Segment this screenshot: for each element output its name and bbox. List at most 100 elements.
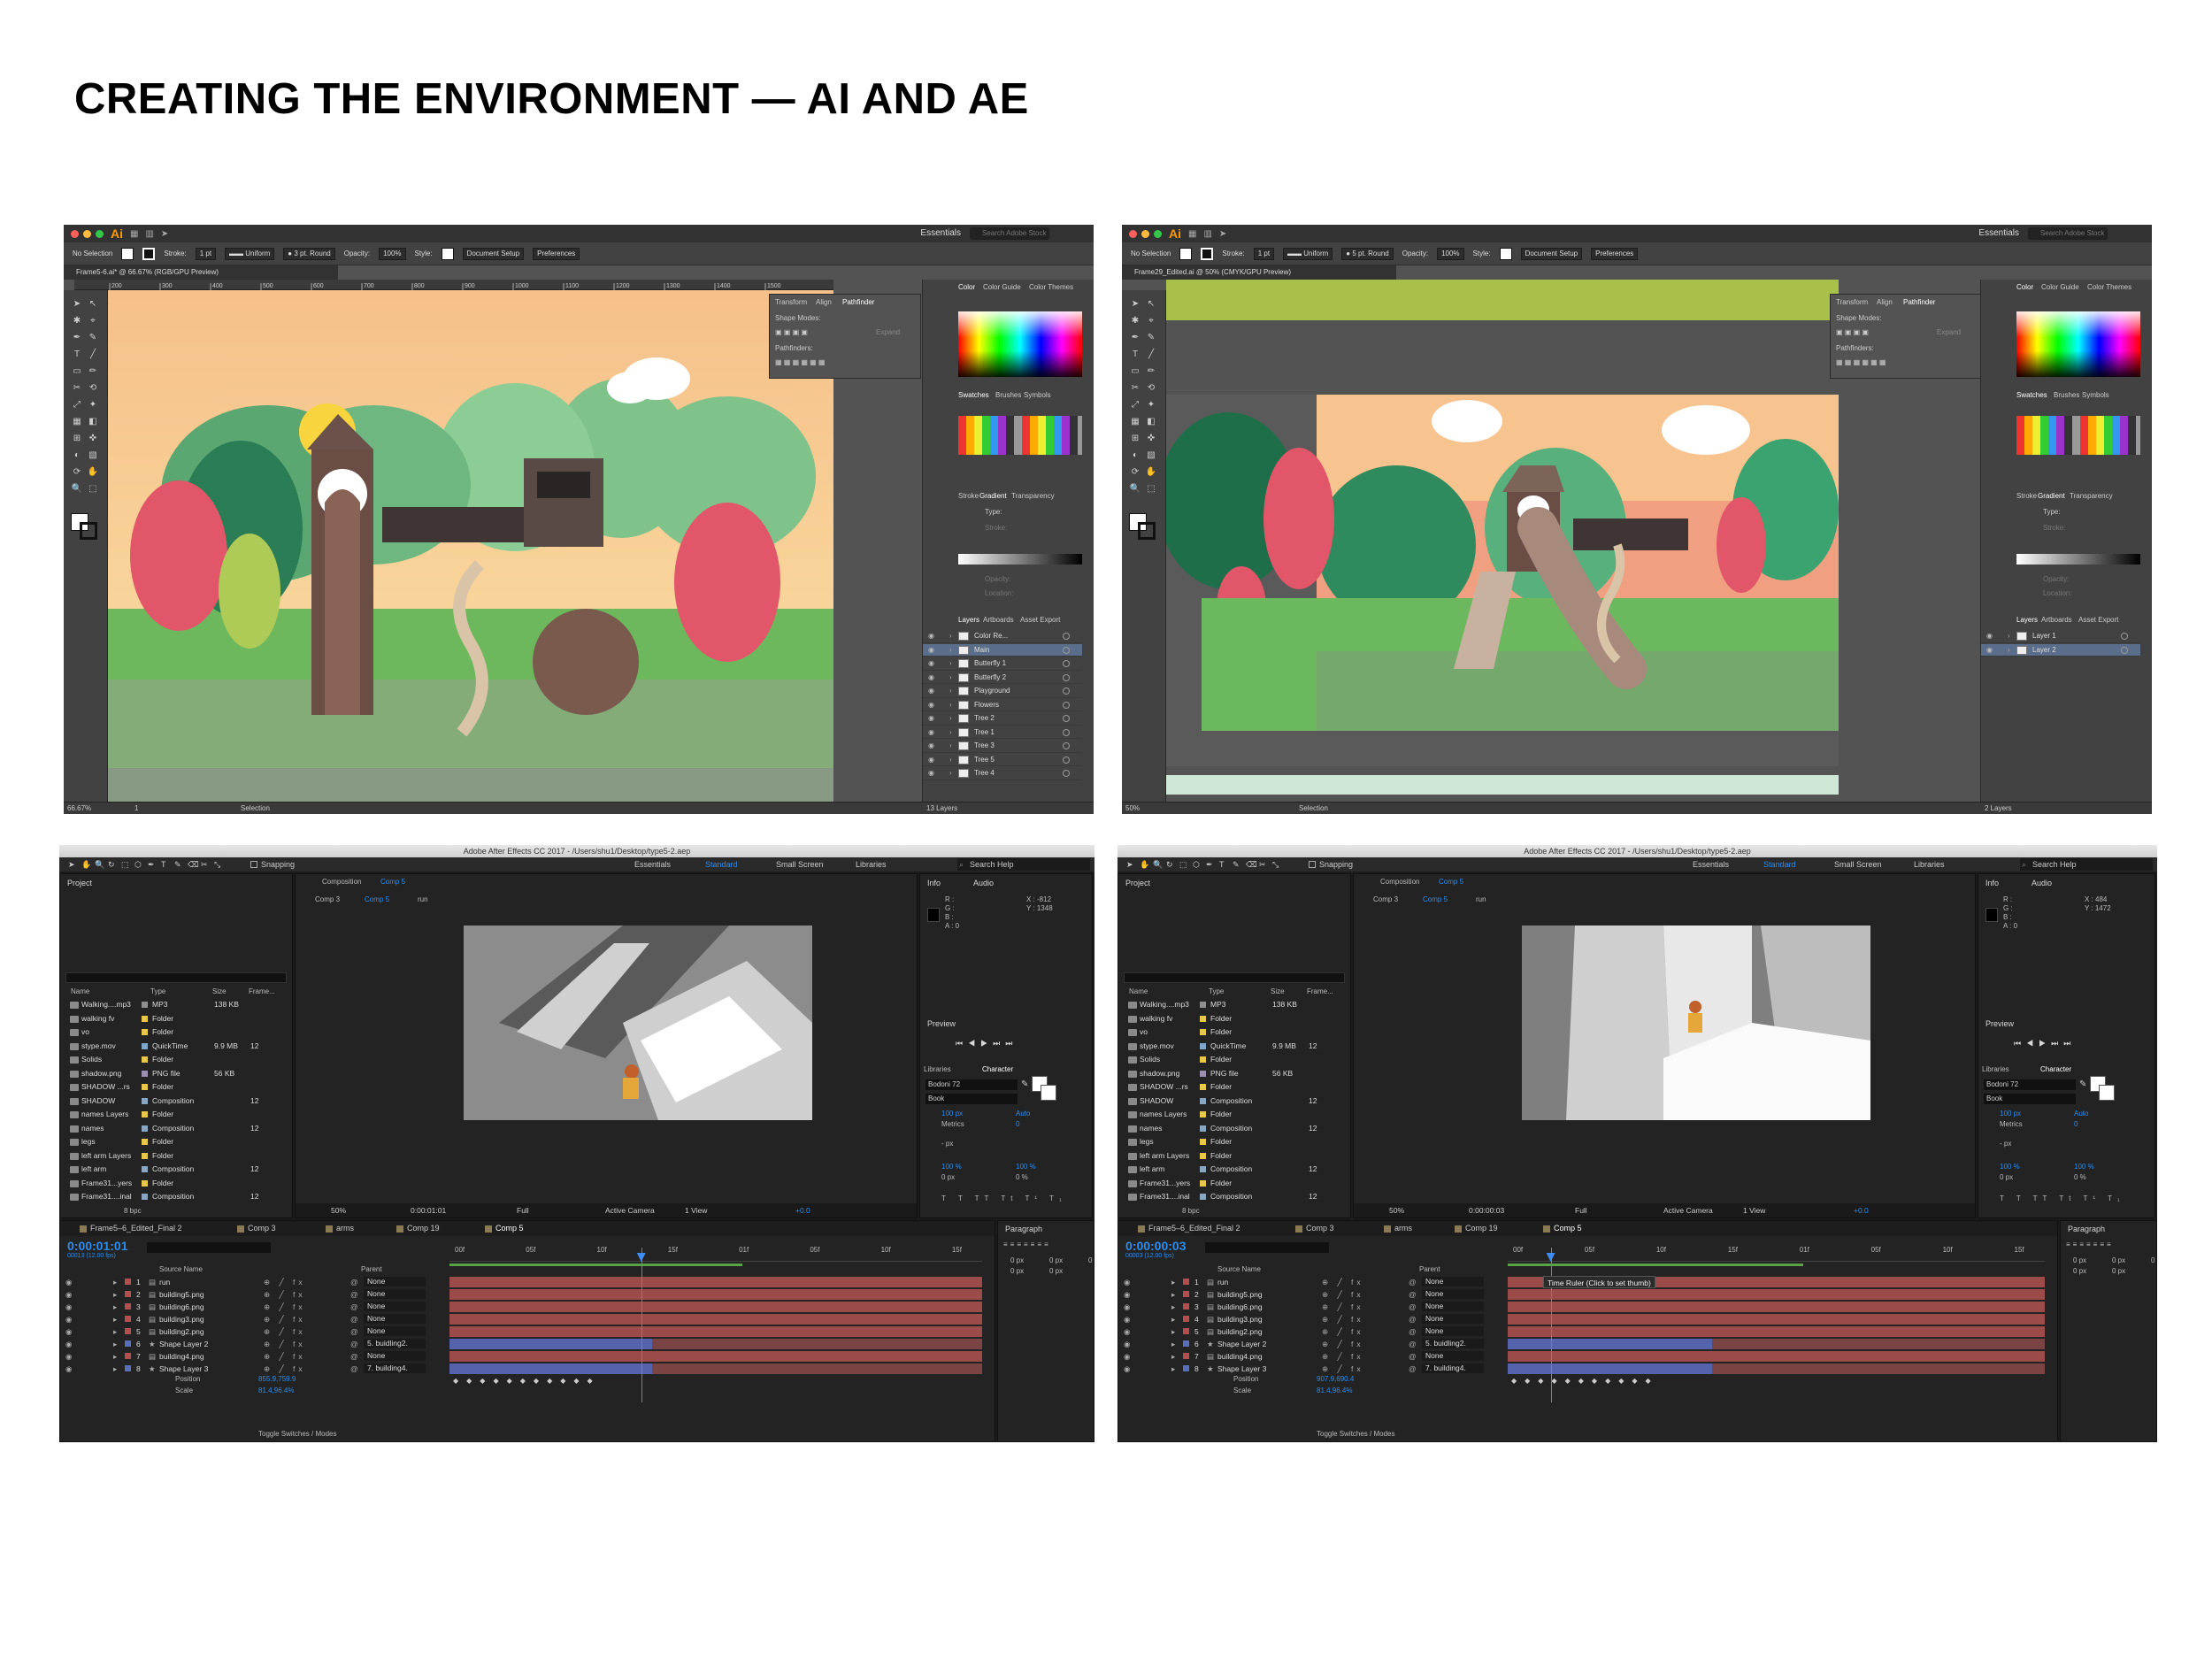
snapping-checkbox[interactable] — [250, 861, 257, 868]
visibility-eye-icon[interactable]: ◉ — [65, 1338, 72, 1350]
project-item[interactable]: stype.mov QuickTime 9.9 MB 12 — [1120, 1040, 1348, 1054]
project-item[interactable]: legs Folder — [1120, 1135, 1348, 1149]
bit-depth[interactable]: 8 bpc — [124, 1207, 142, 1215]
playback-controls[interactable]: ⏮◀▶⏭⏭ — [956, 1039, 1018, 1048]
tab-stroke[interactable]: Stroke — [958, 492, 979, 500]
stroke-color-swatch[interactable] — [1041, 1085, 1056, 1101]
tool-button[interactable]: ⬡ — [1193, 857, 1200, 872]
expand-arrow-icon[interactable]: › — [949, 699, 952, 711]
visibility-eye-icon[interactable]: ◉ — [65, 1363, 72, 1375]
horizontal-ruler[interactable]: 200 300 400 500 600 700 800 900 1000 1100 1200 1300… — [74, 280, 833, 290]
tool-button[interactable]: ➤ — [71, 299, 83, 310]
style-swatch[interactable] — [441, 247, 454, 260]
tool-button[interactable]: ✋ — [87, 467, 99, 478]
target-icon[interactable] — [1063, 728, 1070, 736]
tool-button[interactable]: ✦ — [1145, 400, 1157, 411]
kerning-field[interactable]: Metrics — [2000, 1120, 2023, 1128]
tool-button[interactable]: ⤡ — [214, 857, 220, 872]
tab-brushes[interactable]: Brushes — [995, 391, 1021, 399]
tab-color-guide[interactable]: Color Guide — [983, 283, 1021, 291]
paragraph-indent-field[interactable]: 0 px — [2112, 1256, 2125, 1264]
comp-canvas[interactable] — [1522, 926, 1870, 1120]
tool-button[interactable]: ▦ — [71, 417, 83, 427]
stroke-swatch[interactable] — [142, 247, 156, 260]
tool-button[interactable]: ⟳ — [1129, 467, 1141, 478]
brush-select[interactable]: ● 3 pt. Round — [283, 247, 335, 260]
source-name-header[interactable]: Source Name — [159, 1265, 203, 1273]
leading-field[interactable]: Auto — [2074, 1110, 2088, 1118]
visibility-eye-icon[interactable]: ◉ — [1124, 1363, 1130, 1375]
tool-button[interactable]: ✒ — [148, 857, 155, 872]
tool-button[interactable]: T — [161, 857, 166, 872]
parent-select[interactable]: 5. buidling2. — [1422, 1339, 1484, 1348]
tab-swatches[interactable]: Swatches — [958, 391, 989, 399]
timeline-layer-row[interactable]: ◉ ▸ 2 ▤ building5.png ⊕ ╱ fx @ None — [60, 1288, 449, 1301]
tool-button[interactable]: ✜ — [87, 434, 99, 444]
alignment-buttons[interactable]: ≡≡≡≡≡≡≡ — [2066, 1240, 2114, 1248]
composition-name[interactable]: Comp 5 — [380, 878, 405, 886]
paragraph-indent-field[interactable]: 0 px — [1088, 1256, 1094, 1264]
paragraph-indent-field[interactable]: 0 px — [2073, 1267, 2086, 1275]
tab-pathfinder[interactable]: Pathfinder — [1903, 298, 1935, 306]
paragraph-panel-title[interactable]: Paragraph — [1005, 1225, 1042, 1233]
tab-character[interactable]: Character — [2040, 1065, 2071, 1073]
tool-button[interactable]: ⊞ — [71, 434, 83, 444]
tool-button[interactable]: ⬚ — [121, 857, 129, 872]
label-color-tag[interactable] — [142, 1056, 148, 1063]
search-stock-input[interactable]: Search Adobe Stock — [970, 227, 1049, 240]
visibility-eye-icon[interactable]: ◉ — [1124, 1325, 1130, 1338]
layer-duration-bar[interactable] — [449, 1351, 982, 1362]
label-color-tag[interactable] — [1200, 1194, 1206, 1200]
layer-duration-bar[interactable] — [1508, 1339, 1712, 1349]
font-family-select[interactable]: Bodoni 72 — [1984, 1079, 2076, 1090]
layer-duration-bar[interactable] — [1508, 1351, 2045, 1362]
font-style-select[interactable]: Book — [1984, 1094, 2076, 1104]
expand-arrow-icon[interactable]: ▸ — [1171, 1338, 1175, 1350]
bridge-icon[interactable]: ▦ — [1188, 229, 1196, 239]
tool-button[interactable]: ✂ — [201, 857, 208, 872]
project-column-header[interactable]: Frame... — [249, 987, 275, 995]
parent-select[interactable]: 7. building4. — [1422, 1363, 1484, 1373]
zoom-select[interactable]: 50% — [1389, 1203, 1404, 1217]
label-color-tag[interactable] — [142, 1002, 148, 1008]
project-item[interactable]: names Composition 12 — [1120, 1122, 1348, 1136]
visibility-eye-icon[interactable]: ◉ — [1124, 1276, 1130, 1288]
eyedropper-icon[interactable]: ✎ — [1021, 1079, 1028, 1089]
parent-select[interactable]: None — [1422, 1302, 1484, 1311]
tool-button[interactable]: ✂ — [1129, 383, 1141, 394]
stroke-weight-field[interactable]: 1 pt — [1253, 247, 1275, 260]
paragraph-indent-field[interactable]: 0 px — [1010, 1267, 1024, 1275]
paragraph-indent-field[interactable]: 0 px — [2073, 1256, 2086, 1264]
viewer-timecode[interactable]: 0:00:00:03 — [1469, 1203, 1504, 1217]
paragraph-indent-field[interactable]: 0 px — [2151, 1256, 2157, 1264]
eye-icon[interactable]: ◉ — [1986, 644, 1993, 657]
shape-mode-icons[interactable]: ▣ ▣ ▣ ▣ — [1836, 328, 1869, 336]
tool-button[interactable]: ✎ — [174, 857, 181, 872]
layer-row[interactable]: ◉ › Layer 2 — [1981, 643, 2140, 657]
exposure-value[interactable]: +0.0 — [1854, 1203, 1869, 1217]
layer-duration-bar-remainder[interactable] — [651, 1339, 982, 1349]
tool-button[interactable]: ✋ — [1140, 857, 1149, 872]
eye-icon[interactable]: ◉ — [928, 644, 934, 657]
position-value[interactable]: 855.9,759.9 — [258, 1375, 296, 1383]
target-icon[interactable] — [1063, 646, 1070, 654]
composition-label[interactable]: Composition — [1380, 878, 1419, 886]
current-timecode[interactable]: 0:00:01:01 — [67, 1239, 128, 1253]
stroke-width-field[interactable]: - px — [2000, 1140, 2011, 1148]
expand-arrow-icon[interactable]: › — [949, 740, 952, 752]
tab-info[interactable]: Info — [927, 879, 941, 887]
kerning-field[interactable]: Metrics — [941, 1120, 964, 1128]
toggle-switches-modes[interactable]: Toggle Switches / Modes — [258, 1430, 337, 1438]
document-setup-button[interactable]: Document Setup — [1520, 247, 1583, 260]
eye-icon[interactable]: ◉ — [928, 657, 934, 670]
tool-button[interactable]: ╱ — [1145, 349, 1157, 360]
layer-row[interactable]: ◉ › Layer 1 — [1981, 630, 2140, 643]
tool-button[interactable]: ▧ — [1145, 450, 1157, 461]
target-icon[interactable] — [1063, 770, 1070, 777]
layer-duration-bar-remainder[interactable] — [651, 1363, 982, 1374]
switches[interactable]: ⊕ ╱ fx — [264, 1363, 306, 1375]
view-layout-select[interactable]: 1 View — [1743, 1203, 1765, 1217]
tab-libraries[interactable]: Libraries — [924, 1065, 951, 1073]
layer-search-input[interactable] — [1205, 1242, 1329, 1253]
parent-pickwhip-icon[interactable]: @ — [350, 1301, 358, 1313]
